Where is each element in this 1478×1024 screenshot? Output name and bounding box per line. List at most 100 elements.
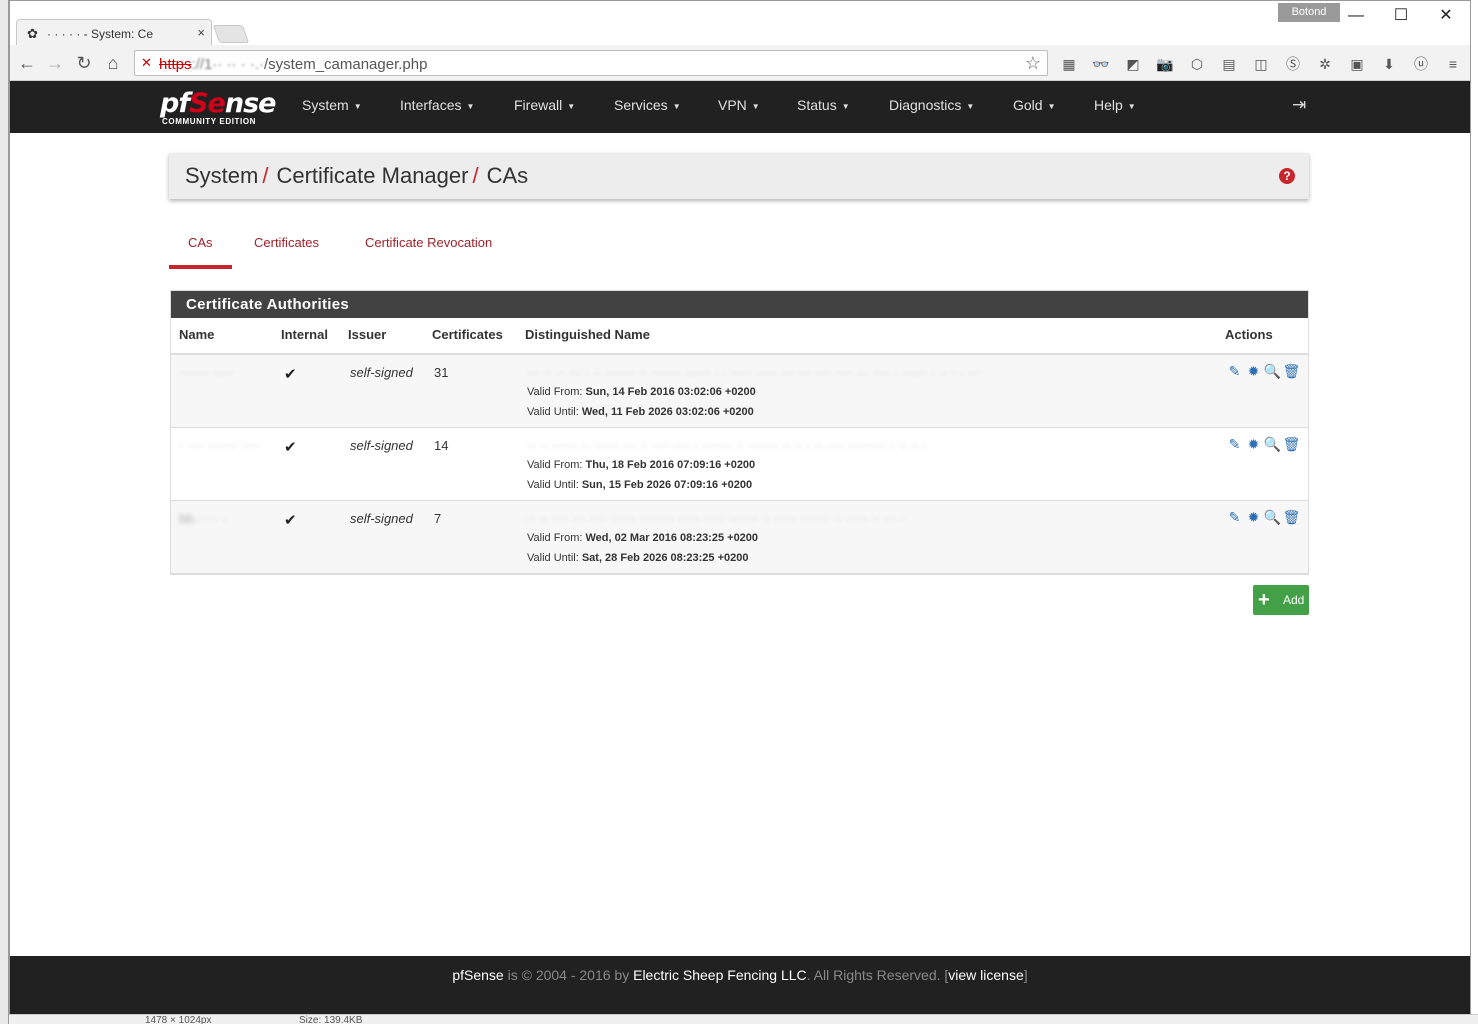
footer-text: is © 2004 - 2016 by xyxy=(503,967,634,983)
col-issuer: Issuer xyxy=(348,327,387,342)
logout-icon[interactable]: ⇥ xyxy=(1292,95,1306,115)
bookmark-star-icon[interactable]: ☆ xyxy=(1025,53,1041,74)
extension-icon[interactable]: ⓤ xyxy=(1412,55,1430,73)
col-name: Name xyxy=(179,327,215,342)
table-row: ······· ····· ✔ self-signed 31 ··· ·· ·· ···… xyxy=(171,355,1308,428)
reload-icon[interactable]: ↻ xyxy=(73,52,95,74)
menu-vpn[interactable]: VPN ▼ xyxy=(718,97,760,113)
help-icon[interactable]: ? xyxy=(1279,168,1295,184)
extension-icon[interactable]: ⬡ xyxy=(1188,55,1206,73)
caret-down-icon: ▼ xyxy=(466,101,475,111)
ca-name: bb.····· · xyxy=(179,511,227,526)
ca-cert-count: 31 xyxy=(434,365,449,380)
browser-toolbar: ← → ↻ ⌂ ✕ https://1·· ·· · ·.·/system_ca… xyxy=(10,45,1470,81)
new-tab-button[interactable] xyxy=(212,25,250,43)
table-row: bb.····· · ✔ self-signed 7 ·· ·· ···· ··· ··… xyxy=(171,501,1308,574)
section-tabs: CAs Certificates Certificate Revocation xyxy=(169,225,1309,269)
extension-icon[interactable]: 👓 xyxy=(1092,55,1110,73)
insecure-lock-icon[interactable]: ✕ xyxy=(141,55,152,71)
menu-diagnostics[interactable]: Diagnostics ▼ xyxy=(889,97,974,113)
ca-cert-count: 7 xyxy=(434,511,442,526)
footer-brand: pfSense xyxy=(452,967,504,983)
export-icon[interactable]: ✹ xyxy=(1244,509,1263,526)
extension-icon[interactable]: ≡ xyxy=(1444,55,1462,73)
breadcrumb-panel: System / Certificate Manager / CAs ? xyxy=(169,153,1309,199)
browser-tab[interactable]: ✿ · · · · · - System: Ce × xyxy=(16,19,212,46)
row-actions: ✎ ✹ 🔍🗑 xyxy=(1225,436,1301,453)
export-icon[interactable]: ✹ xyxy=(1244,363,1263,380)
back-icon[interactable]: ← xyxy=(16,52,38,74)
ca-cert-count: 14 xyxy=(434,438,449,453)
caret-down-icon: ▼ xyxy=(1047,101,1056,111)
add-ca-button[interactable]: + Add xyxy=(1253,585,1309,615)
menu-status[interactable]: Status ▼ xyxy=(797,97,850,113)
ca-issuer: self-signed xyxy=(350,511,413,526)
menu-firewall[interactable]: Firewall ▼ xyxy=(514,97,575,113)
ca-distinguished-name: ·· ·· ···· ··· ···· ······ ········ ····… xyxy=(527,511,905,526)
valid-from: Valid From: Sun, 14 Feb 2016 03:02:06 +0… xyxy=(527,386,756,398)
valid-until: Valid Until: Sun, 15 Feb 2026 07:09:16 +… xyxy=(527,479,753,491)
menu-services[interactable]: Services ▼ xyxy=(614,97,681,113)
valid-until: Valid Until: Wed, 11 Feb 2026 03:02:06 +… xyxy=(527,406,754,418)
key-icon[interactable]: 🔍 xyxy=(1263,363,1282,380)
home-icon[interactable]: ⌂ xyxy=(102,52,124,74)
valid-from: Valid From: Wed, 02 Mar 2016 08:23:25 +0… xyxy=(527,532,759,544)
key-icon[interactable]: 🔍 xyxy=(1263,436,1282,453)
edit-icon[interactable]: ✎ xyxy=(1225,436,1244,453)
export-icon[interactable]: ✹ xyxy=(1244,436,1263,453)
edition-label: COMMUNITY EDITION xyxy=(162,117,257,126)
row-actions: ✎ ✹ 🔍🗑 xyxy=(1225,363,1301,380)
valid-until: Valid Until: Sat, 28 Feb 2026 08:23:25 +… xyxy=(527,552,749,564)
title-bar: ✿ · · · · · - System: Ce × Botond — ☐ ✕ xyxy=(10,1,1470,46)
active-tab-indicator xyxy=(169,265,232,269)
ca-distinguished-name: ··· ·· ·· ··· · ·· ······· ·· ······· ··… xyxy=(527,365,981,380)
tab-certificate-revocation[interactable]: Certificate Revocation xyxy=(365,235,492,250)
pfsense-favicon-icon: ✿ xyxy=(27,26,38,41)
caret-down-icon: ▼ xyxy=(1127,101,1136,111)
menu-interfaces[interactable]: Interfaces ▼ xyxy=(400,97,474,113)
extension-icon[interactable]: 📷 xyxy=(1156,55,1174,73)
profile-badge[interactable]: Botond xyxy=(1278,3,1340,22)
delete-icon[interactable]: 🗑 xyxy=(1282,436,1301,453)
page-footer: pfSense is © 2004 - 2016 by Electric She… xyxy=(10,956,1470,1014)
ca-name: ······· ····· xyxy=(179,365,235,380)
extension-icon[interactable]: ▤ xyxy=(1220,55,1238,73)
background-status-strip: 1478 × 1024px Size: 139.4KB xyxy=(9,1014,1478,1024)
minimize-button[interactable]: — xyxy=(1336,5,1376,27)
ca-issuer: self-signed xyxy=(350,438,413,453)
col-certificates: Certificates xyxy=(432,327,503,342)
tab-certificates[interactable]: Certificates xyxy=(254,235,319,250)
pfsense-navbar: pfSense COMMUNITY EDITION System ▼ Interfa… xyxy=(10,81,1470,133)
menu-help[interactable]: Help ▼ xyxy=(1094,97,1136,113)
caret-down-icon: ▼ xyxy=(567,101,576,111)
pfsense-logo[interactable]: pfSense COMMUNITY EDITION xyxy=(160,88,276,128)
url-text[interactable]: https://1·· ·· · ·.·/system_camanager.ph… xyxy=(159,56,427,73)
extension-icon[interactable]: ▦ xyxy=(1060,55,1078,73)
menu-gold[interactable]: Gold ▼ xyxy=(1013,97,1056,113)
extension-icon[interactable]: ✲ xyxy=(1316,55,1334,73)
extension-icon[interactable]: ◩ xyxy=(1124,55,1142,73)
edit-icon[interactable]: ✎ xyxy=(1225,509,1244,526)
extension-icon[interactable]: ⬇ xyxy=(1380,55,1398,73)
edit-icon[interactable]: ✎ xyxy=(1225,363,1244,380)
breadcrumb-certificate-manager[interactable]: Certificate Manager xyxy=(276,163,468,188)
maximize-button[interactable]: ☐ xyxy=(1381,5,1421,27)
extension-icon[interactable]: ◫ xyxy=(1252,55,1270,73)
extension-icon[interactable]: ▣ xyxy=(1348,55,1366,73)
key-icon[interactable]: 🔍 xyxy=(1263,509,1282,526)
address-bar[interactable]: ✕ https://1·· ·· · ·.·/system_camanager.… xyxy=(134,50,1048,76)
delete-icon[interactable]: 🗑 xyxy=(1282,363,1301,380)
breadcrumb-cas[interactable]: CAs xyxy=(487,163,529,188)
extension-icon[interactable]: Ⓢ xyxy=(1284,55,1302,73)
menu-system[interactable]: System ▼ xyxy=(302,97,362,113)
tab-close-icon[interactable]: × xyxy=(197,25,205,40)
forward-icon[interactable]: → xyxy=(44,52,66,74)
caret-down-icon: ▼ xyxy=(841,101,850,111)
background-window-edge xyxy=(0,0,9,1024)
col-internal: Internal xyxy=(281,327,328,342)
tab-cas[interactable]: CAs xyxy=(188,235,213,250)
delete-icon[interactable]: 🗑 xyxy=(1282,509,1301,526)
close-window-button[interactable]: ✕ xyxy=(1426,5,1466,27)
view-license-link[interactable]: view license xyxy=(948,967,1023,983)
breadcrumb-system[interactable]: System xyxy=(185,163,258,188)
